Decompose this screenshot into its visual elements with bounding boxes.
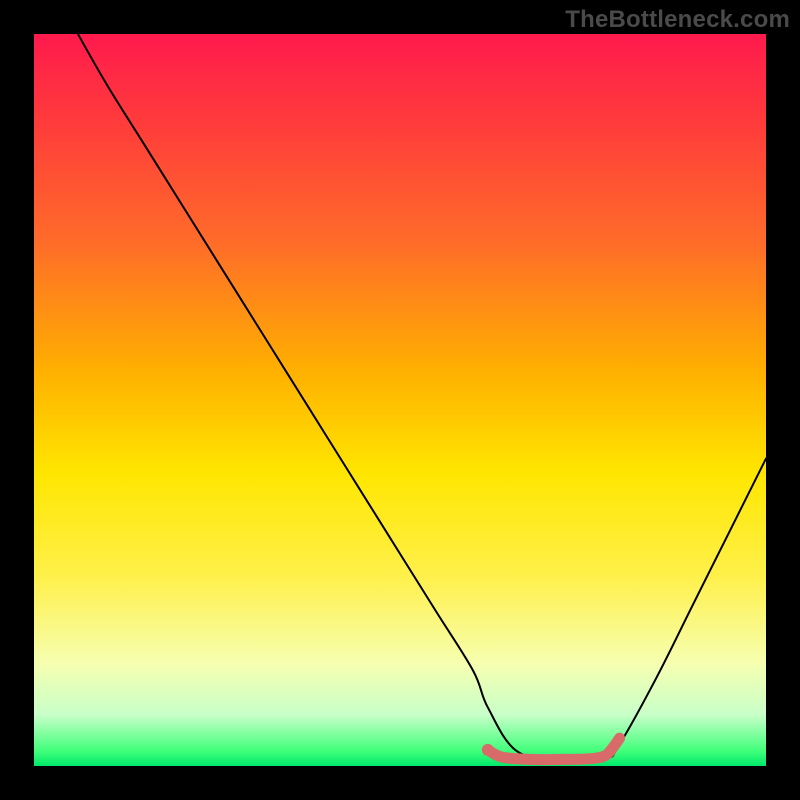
plot-area — [34, 34, 766, 766]
bottleneck-curve — [78, 34, 766, 760]
optimal-start-dot — [482, 744, 494, 756]
watermark-label: TheBottleneck.com — [565, 6, 790, 34]
chart-frame: TheBottleneck.com — [0, 0, 800, 800]
chart-svg — [34, 34, 766, 766]
